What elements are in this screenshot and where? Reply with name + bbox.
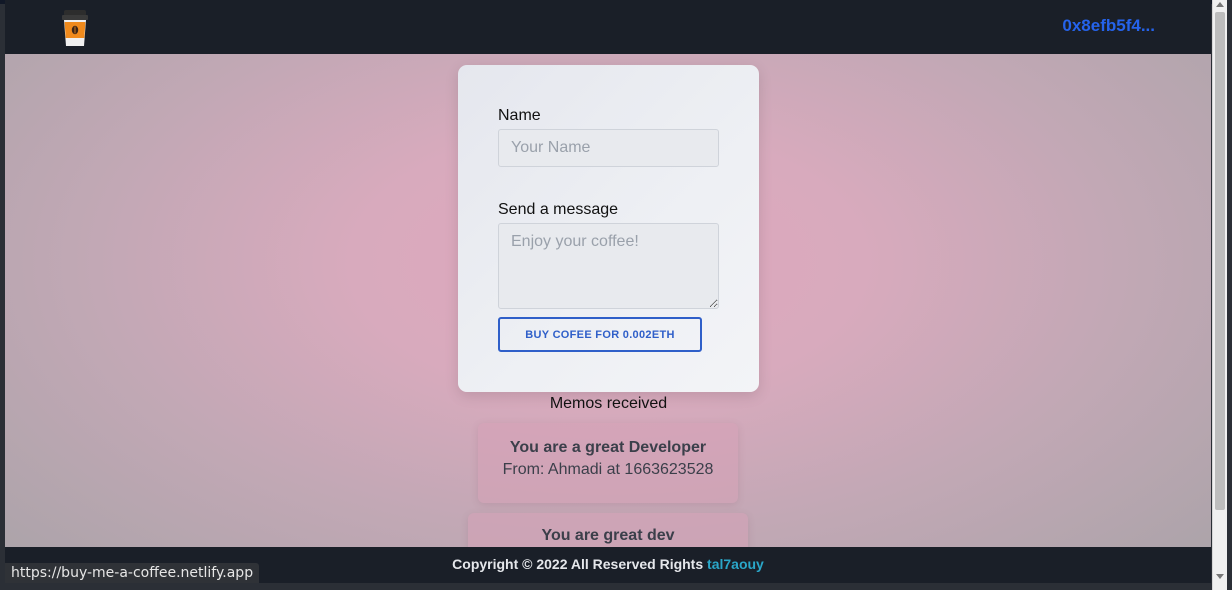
app-page: 0x8efb5f4... Name Send a message BUY COF…	[5, 0, 1211, 583]
vertical-scrollbar[interactable]	[1212, 0, 1227, 590]
memo-from: From: Ahmadi at 1663623528	[502, 461, 714, 478]
buy-coffee-button[interactable]: BUY COFEE FOR 0.002ETH	[498, 317, 702, 352]
memo-message: You are great dev	[541, 527, 675, 544]
buy-coffee-form-card: Name Send a message BUY COFEE FOR 0.002E…	[458, 65, 759, 392]
status-bar-url: https://buy-me-a-coffee.netlify.app	[5, 563, 260, 585]
coffee-cup-icon[interactable]	[61, 10, 89, 48]
memos-title: Memos received	[549, 395, 668, 412]
name-label: Name	[498, 107, 541, 124]
scrollbar-thumb[interactable]	[1215, 12, 1225, 510]
message-label: Send a message	[498, 201, 619, 218]
scroll-up-arrow-icon[interactable]	[1216, 2, 1224, 7]
window-edge	[1227, 0, 1232, 590]
scroll-down-arrow-icon[interactable]	[1216, 574, 1224, 579]
message-textarea[interactable]	[498, 223, 719, 309]
window-edge	[0, 583, 1212, 590]
wallet-address-button[interactable]: 0x8efb5f4...	[1062, 16, 1155, 36]
footer-copyright: Copyright © 2022 All Reserved Rights	[452, 556, 704, 572]
memo-card: You are a great Developer From: Ahmadi a…	[478, 423, 738, 503]
navbar: 0x8efb5f4...	[5, 0, 1211, 54]
name-input[interactable]	[498, 129, 719, 167]
browser-window: 0x8efb5f4... Name Send a message BUY COF…	[0, 0, 1232, 590]
footer-author-link[interactable]: tal7aouy	[707, 556, 764, 572]
memo-message: You are a great Developer	[509, 439, 707, 456]
